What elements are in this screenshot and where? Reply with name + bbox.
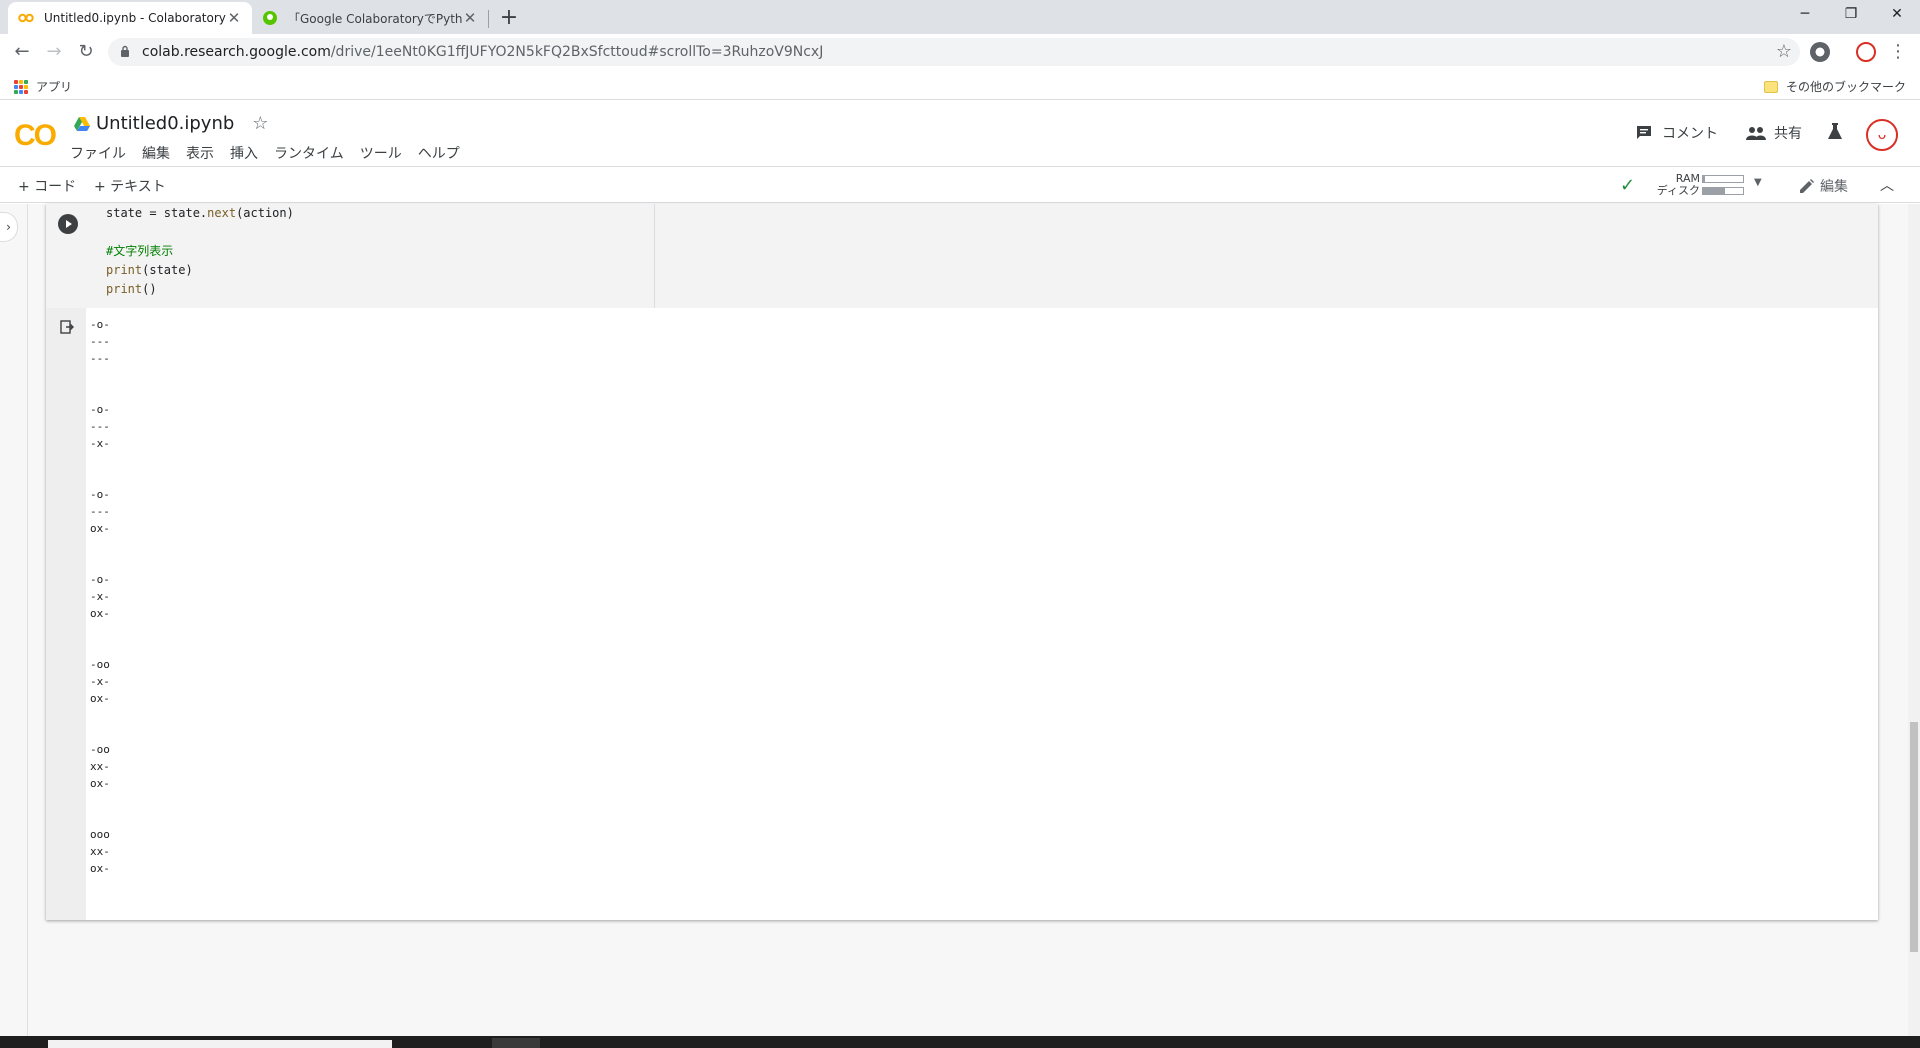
add-code-button[interactable]: + コード [18,176,76,196]
resource-monitor[interactable]: ✓ RAM ディスク ▼ [1620,171,1770,199]
code-line: print(state) [106,263,193,277]
notebook-toolbar: + コード + テキスト ✓ RAM ディスク ▼ 編集 ︿ [0,167,1920,203]
bookmarks-bar: アプリ その他のブックマーク [0,70,1920,100]
people-icon [1746,127,1766,140]
colab-header: CO Untitled0.ipynb ☆ ファイル 編集 表示 挿入 ランタイム… [0,101,1920,167]
more-options-icon[interactable]: ⋮ [1886,40,1910,64]
apps-grid-icon [14,79,28,94]
folder-icon [1763,80,1778,93]
star-icon[interactable]: ☆ [252,113,268,134]
output-gutter [46,308,86,920]
os-taskbar [0,1036,1920,1048]
other-bookmarks[interactable]: その他のブックマーク [1763,78,1906,95]
reload-icon[interactable]: ↻ [74,40,98,64]
browser-tab-strip: Untitled0.ipynb - Colaboratory ✕ 「Google… [0,0,1920,34]
notebook-title[interactable]: Untitled0.ipynb [96,113,234,134]
colab-logo[interactable]: CO [14,119,57,153]
code-text[interactable]: state = state.next(action) ​ #文字列表示 print(s… [106,204,294,299]
menu-insert[interactable]: 挿入 [230,143,258,163]
browser-tab-article[interactable]: 「Google ColaboratoryでPython作 ✕ [252,2,488,34]
disk-label: ディスク [1656,184,1700,197]
pencil-icon [1800,179,1814,193]
user-avatar[interactable]: ᴗ [1866,119,1898,151]
run-cell-button[interactable] [58,214,78,234]
code-editor[interactable]: state = state.next(action) ​ #文字列表示 print(s… [46,204,1878,308]
restore-icon[interactable]: ❐ [1828,0,1874,30]
qiita-favicon-icon [262,10,278,26]
extension-icon[interactable] [1810,42,1830,62]
lock-icon [121,45,129,57]
vertical-scrollbar[interactable] [1908,204,1920,1036]
edit-label: 編集 [1820,179,1848,195]
menu-edit[interactable]: 編集 [142,143,170,163]
notebook-title-area: Untitled0.ipynb ☆ [74,113,268,134]
output-actions-icon[interactable] [60,320,74,334]
close-window-icon[interactable]: ✕ [1874,0,1920,30]
disk-usage-bar [1702,187,1744,195]
comment-button[interactable]: コメント [1636,123,1718,143]
bookmark-star-icon[interactable]: ☆ [1776,41,1792,62]
menu-tools[interactable]: ツール [360,143,402,163]
minimize-icon[interactable]: ─ [1782,0,1828,30]
apps-label: アプリ [36,80,73,94]
close-tab-icon[interactable]: ✕ [462,9,478,27]
edit-button[interactable]: 編集 [1800,176,1848,196]
code-comment: #文字列表示 [106,244,174,258]
menu-view[interactable]: 表示 [186,143,214,163]
tab-title: Untitled0.ipynb - Colaboratory [44,11,226,25]
connected-check-icon: ✓ [1620,175,1636,196]
code-line: print() [106,282,157,296]
collapse-header-icon[interactable]: ︿ [1880,175,1894,195]
flask-icon[interactable] [1828,123,1842,139]
forward-arrow-icon[interactable]: → [42,40,66,64]
dropdown-arrow-icon[interactable]: ▼ [1754,177,1762,188]
url-host: colab.research.google.com [142,44,331,60]
menu-help[interactable]: ヘルプ [418,143,460,163]
code-cell[interactable]: state = state.next(action) ​ #文字列表示 print(s… [46,204,1878,920]
browser-tab-colab[interactable]: Untitled0.ipynb - Colaboratory ✕ [8,2,252,34]
menu-bar: ファイル 編集 表示 挿入 ランタイム ツール ヘルプ [70,143,476,163]
comment-label: コメント [1662,126,1718,142]
tab-title: 「Google ColaboratoryでPython作 [288,11,462,26]
address-bar[interactable]: colab.research.google.com/drive/1eeNt0KG… [108,38,1800,66]
scrollbar-thumb[interactable] [1910,722,1918,952]
code-line: state = state.next(action) [106,206,294,220]
add-text-button[interactable]: + テキスト [94,176,166,196]
other-bookmarks-label: その他のブックマーク [1785,80,1906,94]
taskbar-search[interactable] [48,1040,392,1048]
apps-bookmark[interactable]: アプリ [14,78,72,95]
colab-favicon-icon [18,10,34,26]
editor-divider [654,204,655,308]
url-path: /drive/1eeNt0KG1ffJUFYO2N5kFQ2BxSfcttoud… [330,44,824,60]
share-button[interactable]: 共有 [1746,123,1802,143]
back-arrow-icon[interactable]: ← [10,40,34,64]
taskbar-active-app[interactable] [492,1038,540,1048]
browser-toolbar: ← → ↻ colab.research.google.com/drive/1e… [0,34,1920,70]
notebook-body: › state = state.next(action)​#文字列表示print… [0,204,1920,1036]
close-tab-icon[interactable]: ✕ [226,9,242,27]
tab-separator [488,10,489,28]
ram-usage-bar [1702,175,1744,183]
code-line: ​ [106,223,294,242]
profile-avatar-icon[interactable] [1856,42,1876,62]
menu-runtime[interactable]: ランタイム [274,143,344,163]
comment-icon [1637,126,1651,139]
cell-output: -o- --- --- -o- --- -x- -o- --- ox- -o- … [90,318,110,875]
menu-file[interactable]: ファイル [70,143,126,163]
side-panel-strip [0,204,28,1036]
share-label: 共有 [1774,126,1802,142]
new-tab-icon[interactable]: + [496,5,522,31]
url-text: colab.research.google.com/drive/1eeNt0KG… [142,44,823,60]
google-drive-icon [74,116,90,131]
